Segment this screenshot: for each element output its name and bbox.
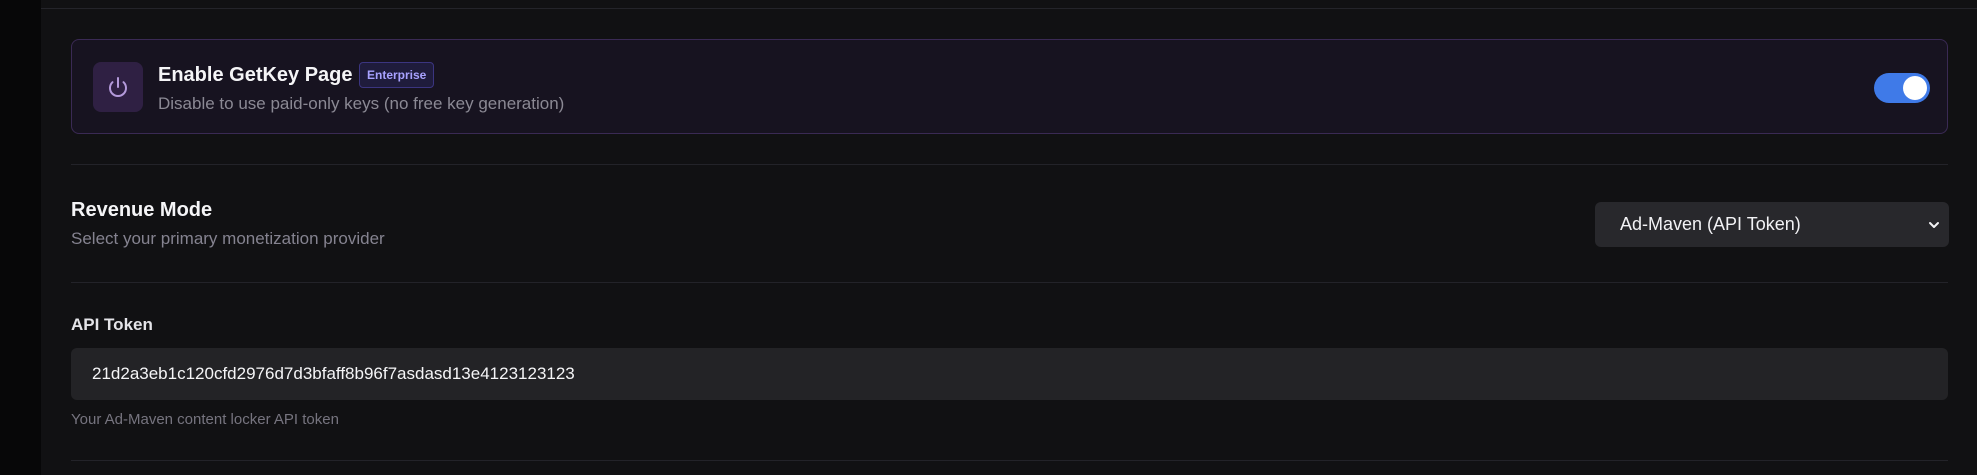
api-token-hint: Your Ad-Maven content locker API token bbox=[71, 411, 339, 428]
revenue-mode-selected: Ad-Maven (API Token) bbox=[1620, 214, 1801, 234]
getkey-title: Enable GetKey Page bbox=[158, 64, 353, 86]
toggle-knob bbox=[1903, 76, 1927, 100]
enterprise-badge: Enterprise bbox=[359, 62, 435, 88]
getkey-description: Disable to use paid-only keys (no free k… bbox=[158, 94, 565, 113]
section-divider bbox=[71, 164, 1948, 165]
section-divider bbox=[71, 282, 1948, 283]
settings-page: Enable GetKey Page Enterprise Disable to… bbox=[0, 0, 1977, 475]
revenue-mode-title: Revenue Mode bbox=[71, 199, 213, 221]
revenue-mode-description: Select your primary monetization provide… bbox=[71, 229, 385, 248]
revenue-mode-select[interactable]: Ad-Maven (API Token) bbox=[1595, 202, 1949, 247]
power-icon bbox=[93, 62, 143, 112]
getkey-card: Enable GetKey Page Enterprise Disable to… bbox=[71, 39, 1948, 134]
settings-content: Enable GetKey Page Enterprise Disable to… bbox=[41, 0, 1977, 475]
api-token-input[interactable]: 21d2a3eb1c120cfd2976d7d3bfaff8b96f7asdas… bbox=[71, 348, 1948, 400]
section-divider bbox=[71, 460, 1948, 461]
api-token-label: API Token bbox=[71, 315, 153, 334]
top-divider bbox=[41, 8, 1977, 9]
getkey-toggle[interactable] bbox=[1874, 73, 1930, 103]
chevron-down-icon bbox=[1929, 222, 1939, 228]
left-rail bbox=[0, 0, 41, 475]
